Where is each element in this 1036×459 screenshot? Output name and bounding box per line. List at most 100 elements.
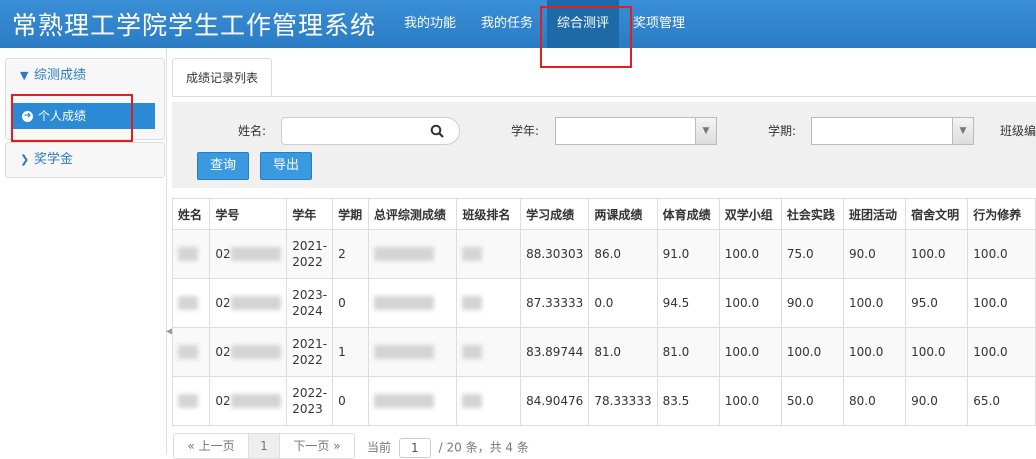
cell-social-practice: 90.0: [780, 278, 845, 328]
cell-study-group: 100.0: [718, 229, 782, 279]
cell-dorm-civility: 100.0: [905, 229, 969, 279]
col-header-class-rank: 班级排名: [456, 198, 522, 230]
page-number-button[interactable]: 1: [248, 433, 280, 459]
cell-name: [171, 229, 211, 279]
redacted-block: [462, 247, 483, 262]
redacted-block: [230, 247, 281, 262]
year-label: 学年:: [511, 124, 540, 138]
current-page-input[interactable]: 1: [398, 438, 431, 458]
cell-behavior: 100.0: [967, 229, 1036, 279]
cell-social-practice: 50.0: [780, 376, 845, 426]
redacted-block: [373, 296, 434, 311]
sidebar-item-personal-score[interactable]: ➜ 个人成绩: [12, 103, 155, 129]
sidebar-group-scholarship[interactable]: ❯ 奖学金: [5, 142, 165, 178]
table-header-row: 姓名 学号 学年 学期 总评综测成绩 班级排名 学习成绩 两课成绩 体育成绩 双…: [171, 198, 1036, 230]
nav-award-management[interactable]: 奖项管理: [633, 0, 685, 48]
cell-politics-score: 81.0: [588, 327, 658, 377]
cell-class-rank: [456, 327, 522, 377]
term-select[interactable]: ▼: [811, 117, 974, 145]
cell-behavior: 100.0: [967, 278, 1036, 328]
col-header-behavior: 行为修养: [967, 198, 1036, 230]
cell-student-id: 02: [209, 327, 288, 377]
search-icon: [430, 124, 444, 138]
cell-league-activity: 100.0: [843, 278, 907, 328]
cell-total-score: [367, 229, 458, 279]
current-page-label: 当前: [367, 440, 392, 455]
cell-name: [171, 376, 211, 426]
cell-student-id: 02: [209, 278, 288, 328]
table-row: 02 2021-2022 1 83.89744 81.0 81.0 100.0 …: [171, 327, 1036, 377]
export-button[interactable]: 导出: [260, 152, 313, 180]
sidebar-group-scores-header[interactable]: ▼ 综测成绩: [6, 59, 164, 93]
nav-my-tasks[interactable]: 我的任务: [481, 0, 533, 48]
dropdown-arrow-icon: ▼: [952, 118, 973, 144]
redacted-block: [373, 394, 434, 409]
cell-total-score: [367, 376, 458, 426]
cell-league-activity: 90.0: [843, 229, 907, 279]
class-label: 班级编: [1000, 124, 1036, 138]
term-label: 学期:: [768, 124, 797, 138]
cell-pe-score: 83.5: [656, 376, 720, 426]
cell-term: 2: [332, 229, 369, 279]
dropdown-arrow-icon: ▼: [695, 118, 716, 144]
page-info: 当前 1 / 20 条，共 4 条: [367, 438, 529, 458]
redacted-block: [462, 296, 483, 311]
cell-name: [171, 278, 211, 328]
redacted-block: [178, 296, 198, 311]
col-header-politics-score: 两课成绩: [588, 198, 658, 230]
cell-study-score: 87.33333: [520, 278, 590, 328]
cell-study-score: 88.30303: [520, 229, 590, 279]
cell-politics-score: 86.0: [588, 229, 658, 279]
cell-behavior: 100.0: [967, 327, 1036, 377]
sidebar-group-label: 综测成绩: [34, 68, 87, 83]
cell-year: 2021-2022: [286, 229, 334, 279]
query-button[interactable]: 查询: [197, 152, 250, 180]
col-header-student-id: 学号: [209, 198, 288, 230]
cell-term: 0: [332, 376, 369, 426]
cell-study-score: 83.89744: [520, 327, 590, 377]
col-header-study-group: 双学小组: [718, 198, 782, 230]
next-page-button[interactable]: 下一页 »: [279, 433, 355, 459]
prev-page-button[interactable]: « 上一页: [173, 433, 249, 459]
name-input[interactable]: [281, 117, 417, 145]
col-header-pe-score: 体育成绩: [656, 198, 720, 230]
tab-score-records[interactable]: 成绩记录列表: [172, 58, 273, 97]
cell-year: 2023-2024: [286, 278, 334, 328]
cell-league-activity: 80.0: [843, 376, 907, 426]
redacted-block: [462, 394, 483, 409]
app-title: 常熟理工学院学生工作管理系统: [12, 11, 377, 40]
cell-dorm-civility: 90.0: [905, 376, 969, 426]
cell-class-rank: [456, 229, 522, 279]
redacted-block: [462, 345, 483, 360]
score-table: 姓名 学号 学年 学期 总评综测成绩 班级排名 学习成绩 两课成绩 体育成绩 双…: [171, 198, 1036, 426]
nav-comprehensive-evaluation[interactable]: 综合测评: [547, 0, 620, 48]
sidebar-group-scholarship-header[interactable]: ❯ 奖学金: [6, 143, 164, 177]
top-nav-bar: 常熟理工学院学生工作管理系统 我的功能 我的任务 综合测评 奖项管理: [0, 0, 1036, 48]
year-select[interactable]: ▼: [555, 117, 717, 145]
search-button[interactable]: [414, 117, 460, 145]
cell-year: 2021-2022: [286, 327, 334, 377]
cell-term: 0: [332, 278, 369, 328]
sidebar-item-label: 个人成绩: [38, 109, 87, 123]
redacted-block: [178, 345, 198, 360]
cell-social-practice: 75.0: [780, 229, 845, 279]
redacted-block: [373, 345, 434, 360]
chevron-down-icon: ▼: [20, 69, 29, 82]
col-header-social-practice: 社会实践: [780, 198, 845, 230]
col-header-league-activity: 班团活动: [843, 198, 907, 230]
cell-year: 2022-2023: [286, 376, 334, 426]
cell-social-practice: 100.0: [780, 327, 845, 377]
cell-study-group: 100.0: [718, 278, 782, 328]
redacted-block: [178, 247, 198, 262]
nav-my-functions[interactable]: 我的功能: [404, 0, 456, 48]
col-header-year: 学年: [286, 198, 334, 230]
cell-pe-score: 91.0: [656, 229, 720, 279]
cell-class-rank: [456, 376, 522, 426]
chevron-right-icon: ❯: [20, 153, 30, 166]
col-header-name: 姓名: [171, 198, 211, 230]
table-row: 02 2023-2024 0 87.33333 0.0 94.5 100.0 9…: [171, 278, 1036, 328]
cell-student-id: 02: [209, 376, 288, 426]
cell-pe-score: 94.5: [656, 278, 720, 328]
cell-dorm-civility: 100.0: [905, 327, 969, 377]
cell-student-id: 02: [209, 229, 288, 279]
